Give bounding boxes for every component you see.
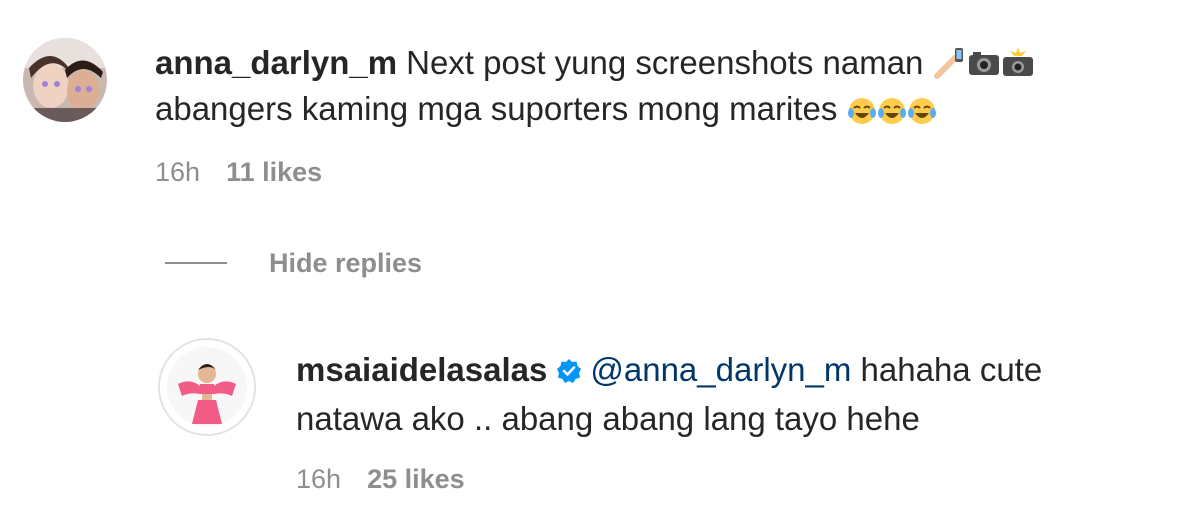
tears-of-joy-icon: [907, 96, 937, 126]
hide-replies-label: Hide replies: [269, 248, 423, 278]
reply-time[interactable]: 16h: [296, 464, 341, 494]
comment-body-line-2: abangers kaming mga suporters mong marit…: [155, 90, 838, 127]
comment-line-1: anna_darlyn_m Next post yung screenshots …: [155, 40, 1185, 86]
comment-likes[interactable]: 11 likes: [226, 157, 322, 187]
comment-line-2: abangers kaming mga suporters mong marit…: [155, 86, 1185, 132]
selfie-arm-icon: [933, 46, 967, 80]
comment-body-line-1: Next post yung screenshots naman: [406, 44, 924, 81]
avatar[interactable]: [158, 338, 256, 436]
reply-body-line-2: natawa ako .. abang abang lang tayo hehe: [296, 400, 920, 437]
verified-badge-icon: [556, 350, 582, 396]
replies-divider: [165, 261, 227, 264]
comment-time[interactable]: 16h: [155, 157, 200, 187]
reply-text: msaiaidelasalas @anna_darlyn_m hahaha cu…: [296, 347, 1176, 442]
reply-meta: 16h 25 likes: [296, 464, 465, 495]
reply-mention-link[interactable]: @anna_darlyn_m: [590, 351, 851, 388]
reply-line-2: natawa ako .. abang abang lang tayo hehe: [296, 396, 1176, 442]
tears-of-joy-icon: [877, 96, 907, 126]
camera-flash-icon: [1001, 46, 1035, 80]
comment-meta: 16h 11 likes: [155, 157, 322, 188]
reply-line-1: msaiaidelasalas @anna_darlyn_m hahaha cu…: [296, 347, 1176, 396]
reply-username[interactable]: msaiaidelasalas: [296, 351, 547, 388]
comment-text: anna_darlyn_m Next post yung screenshots …: [155, 40, 1185, 132]
avatar[interactable]: [23, 38, 107, 122]
reply-likes[interactable]: 25 likes: [367, 464, 465, 494]
reply-body-line-1: hahaha cute: [860, 351, 1043, 388]
comment-username[interactable]: anna_darlyn_m: [155, 44, 397, 81]
hide-replies-button[interactable]: Hide replies: [165, 248, 422, 279]
tears-of-joy-icon: [847, 96, 877, 126]
camera-icon: [967, 46, 1001, 80]
